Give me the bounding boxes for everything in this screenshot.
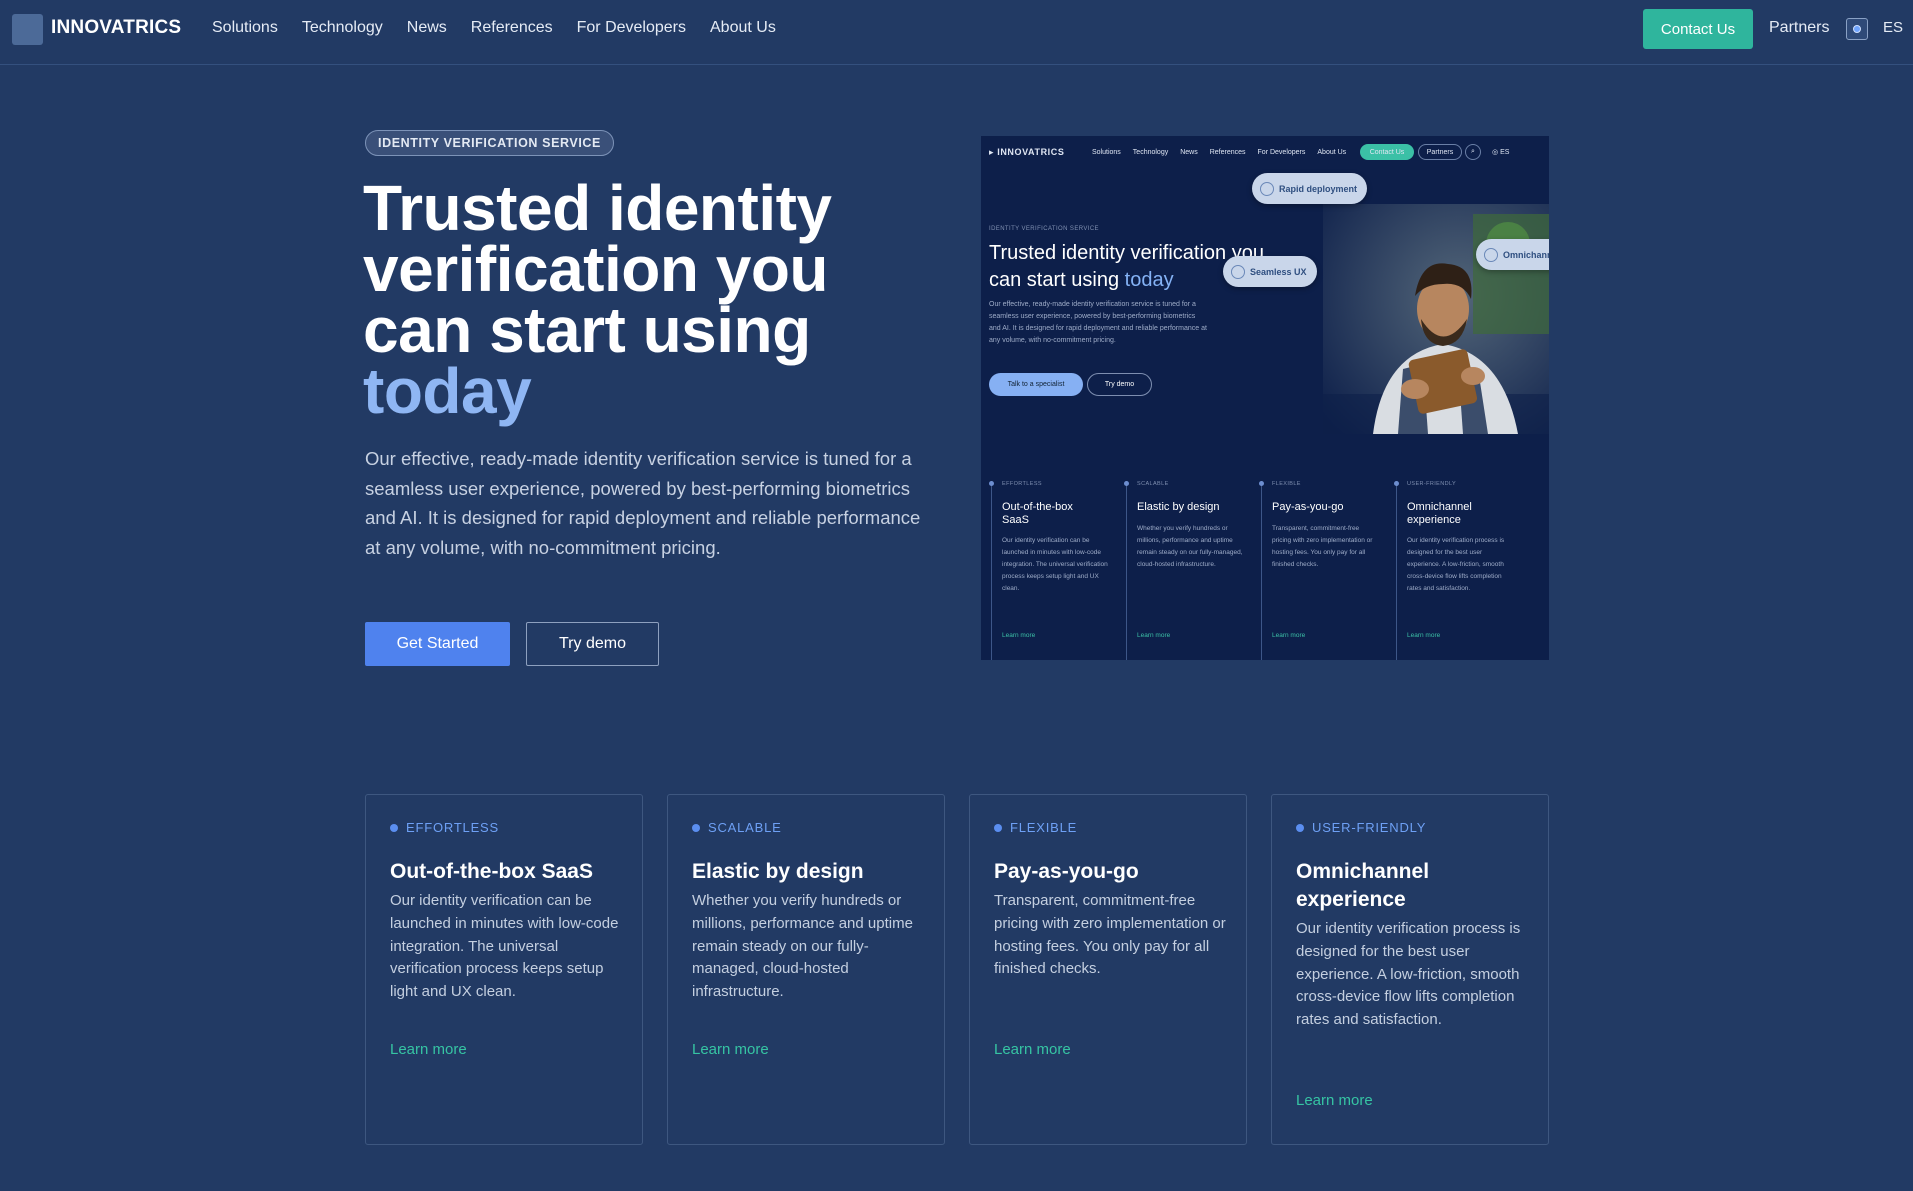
bullet-icon bbox=[1259, 481, 1264, 486]
logo-icon[interactable] bbox=[12, 14, 43, 45]
preview-description: Our effective, ready-made identity verif… bbox=[989, 301, 1207, 344]
preview-column-tag: EFFORTLESS bbox=[1002, 481, 1042, 487]
preview-feature-columns: EFFORTLESS Out-of-the-box SaaS Our ident… bbox=[981, 481, 1549, 660]
network-icon bbox=[1484, 247, 1498, 262]
preview-column-title: Out-of-the-box SaaS bbox=[1002, 501, 1073, 526]
bullet-icon bbox=[1124, 481, 1129, 486]
bullet-icon bbox=[1394, 481, 1399, 486]
preview-column-title: Elastic by design bbox=[1137, 501, 1220, 513]
learn-more-link[interactable]: Learn more bbox=[390, 1041, 467, 1058]
language-switch[interactable]: ES bbox=[1883, 19, 1903, 36]
preview-column-link: Learn more bbox=[1002, 632, 1036, 639]
get-started-button[interactable]: Get Started bbox=[365, 622, 510, 666]
bullet-icon bbox=[390, 823, 398, 832]
preview-column-title: Pay-as-you-go bbox=[1272, 501, 1344, 513]
preview-column-desc: Our identity verification process is des… bbox=[1407, 537, 1505, 592]
preview-column-tag: FLEXIBLE bbox=[1272, 481, 1301, 487]
nav-item-technology[interactable]: Technology bbox=[302, 19, 383, 37]
feature-card-user-friendly: USER-FRIENDLY Omnichannel experience Our… bbox=[1271, 794, 1549, 1145]
preview-partners-button: Partners bbox=[1418, 144, 1462, 160]
preview-navigation: ▸ INNOVATRICS Solutions Technology News … bbox=[981, 136, 1549, 170]
preview-nav-item: For Developers bbox=[1257, 149, 1306, 156]
card-tag: SCALABLE bbox=[692, 820, 782, 835]
card-description: Our identity verification can be launche… bbox=[390, 892, 619, 1001]
feature-card-flexible: FLEXIBLE Pay-as-you-go Transparent, comm… bbox=[969, 794, 1247, 1145]
card-description: Our identity verification process is des… bbox=[1296, 920, 1521, 1029]
preview-language: ◎ ES bbox=[1492, 149, 1510, 156]
card-tag: EFFORTLESS bbox=[390, 820, 499, 835]
nav-item-references[interactable]: References bbox=[471, 19, 553, 37]
card-tag: USER-FRIENDLY bbox=[1296, 820, 1426, 835]
preview-column-link: Learn more bbox=[1137, 632, 1171, 639]
card-title: Omnichannel experience bbox=[1296, 860, 1430, 911]
hero-description: Our effective, ready-made identity verif… bbox=[365, 448, 921, 558]
nav-item-about-us[interactable]: About Us bbox=[710, 19, 776, 37]
preview-seamless-ux-pill: Seamless UX bbox=[1223, 256, 1317, 287]
contact-us-button[interactable]: Contact Us bbox=[1643, 9, 1753, 49]
card-tag: FLEXIBLE bbox=[994, 820, 1077, 835]
bullet-icon bbox=[994, 823, 1002, 832]
preview-menu: Solutions Technology News References For… bbox=[1092, 149, 1346, 156]
preview-try-demo-button: Try demo bbox=[1087, 373, 1152, 396]
preview-omnichannel-pill: Omnichannel bbox=[1476, 239, 1549, 270]
card-title: Elastic by design bbox=[692, 860, 864, 883]
preview-nav-item: Solutions bbox=[1092, 149, 1121, 156]
preview-column-link: Learn more bbox=[1272, 632, 1306, 639]
preview-search-icon: ⌕ bbox=[1465, 144, 1481, 160]
preview-feature-column: USER-FRIENDLY Omnichannel experience Our… bbox=[1394, 481, 1506, 660]
brand-name[interactable]: INNOVATRICS bbox=[51, 17, 181, 39]
search-icon bbox=[1853, 25, 1861, 33]
preview-nav-item: References bbox=[1209, 149, 1246, 156]
hero-title-highlight: today bbox=[363, 355, 532, 427]
card-description: Transparent, commitment-free pricing wit… bbox=[994, 892, 1226, 978]
preview-feature-column: FLEXIBLE Pay-as-you-go Transparent, comm… bbox=[1259, 481, 1372, 660]
search-button[interactable] bbox=[1846, 18, 1868, 40]
preview-nav-item: Technology bbox=[1132, 149, 1169, 156]
card-description: Whether you verify hundreds or millions,… bbox=[692, 892, 913, 1001]
preview-column-title: Omnichannel experience bbox=[1407, 501, 1472, 526]
try-demo-button[interactable]: Try demo bbox=[526, 622, 659, 666]
hero-badge: IDENTITY VERIFICATION SERVICE bbox=[365, 130, 614, 156]
preview-column-desc: Our identity verification can be launche… bbox=[1002, 537, 1108, 592]
preview-badge: IDENTITY VERIFICATION SERVICE bbox=[989, 226, 1099, 232]
learn-more-link[interactable]: Learn more bbox=[994, 1041, 1071, 1058]
preview-column-tag: USER-FRIENDLY bbox=[1407, 481, 1457, 487]
preview-feature-column: SCALABLE Elastic by design Whether you v… bbox=[1124, 481, 1243, 660]
preview-nav-item: News bbox=[1180, 149, 1198, 156]
preview-column-link: Learn more bbox=[1407, 632, 1441, 639]
card-title: Out-of-the-box SaaS bbox=[390, 860, 593, 883]
top-navigation: INNOVATRICS Solutions Technology News Re… bbox=[0, 0, 1913, 65]
preview-contact-button: Contact Us bbox=[1360, 144, 1414, 160]
main-menu: Solutions Technology News References For… bbox=[212, 19, 776, 37]
preview-talk-specialist-button: Talk to a specialist bbox=[989, 373, 1083, 396]
learn-more-link[interactable]: Learn more bbox=[1296, 1092, 1373, 1109]
touch-icon bbox=[1231, 264, 1245, 279]
bullet-icon bbox=[989, 481, 994, 486]
preview-column-tag: SCALABLE bbox=[1137, 481, 1169, 487]
bullet-icon bbox=[692, 823, 700, 832]
website-preview-image: ▸ INNOVATRICS Solutions Technology News … bbox=[981, 136, 1549, 660]
preview-column-desc: Whether you verify hundreds or millions,… bbox=[1137, 525, 1243, 568]
preview-column-desc: Transparent, commitment-free pricing wit… bbox=[1272, 525, 1373, 568]
preview-logo: ▸ INNOVATRICS bbox=[989, 147, 1065, 157]
nav-item-news[interactable]: News bbox=[407, 19, 447, 37]
feature-card-effortless: EFFORTLESS Out-of-the-box SaaS Our ident… bbox=[365, 794, 643, 1145]
nav-item-for-developers[interactable]: For Developers bbox=[577, 19, 686, 37]
feature-card-scalable: SCALABLE Elastic by design Whether you v… bbox=[667, 794, 945, 1145]
preview-rapid-deployment-pill: Rapid deployment bbox=[1252, 173, 1368, 204]
preview-feature-column: EFFORTLESS Out-of-the-box SaaS Our ident… bbox=[989, 481, 1108, 660]
bullet-icon bbox=[1296, 823, 1304, 832]
partners-link[interactable]: Partners bbox=[1769, 19, 1829, 37]
card-title: Pay-as-you-go bbox=[994, 860, 1139, 883]
preview-nav-item: About Us bbox=[1317, 149, 1347, 156]
nav-item-solutions[interactable]: Solutions bbox=[212, 19, 278, 37]
learn-more-link[interactable]: Learn more bbox=[692, 1041, 769, 1058]
stopwatch-icon bbox=[1260, 181, 1274, 196]
hero-title: Trusted identity verification you can st… bbox=[363, 176, 923, 423]
